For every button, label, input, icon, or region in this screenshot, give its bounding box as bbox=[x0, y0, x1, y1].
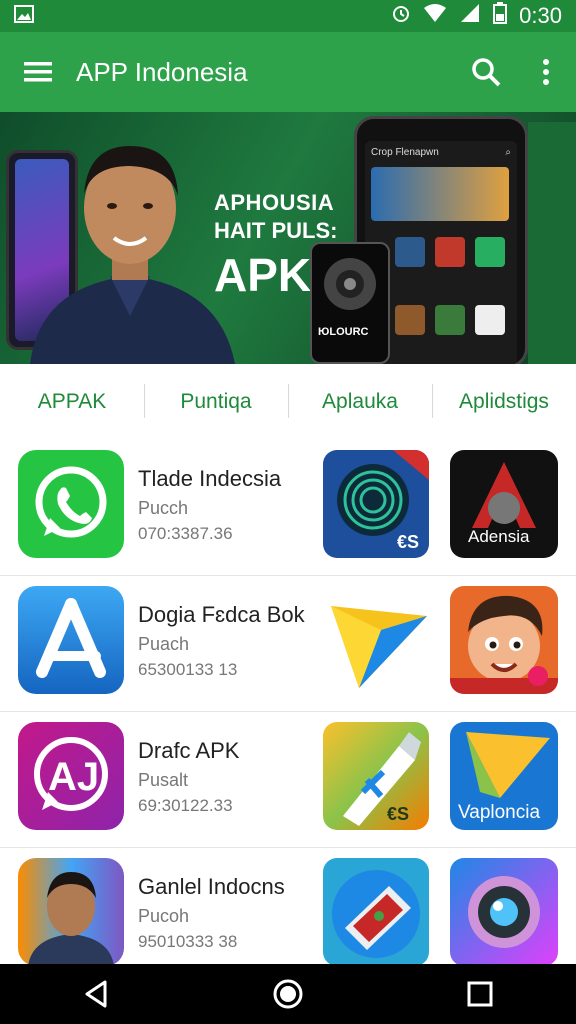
signal-icon bbox=[459, 3, 481, 29]
list-item[interactable]: Dogia Fɛdca Bok Puach 65300133 13 bbox=[0, 576, 576, 712]
svg-text:AJ: AJ bbox=[48, 755, 99, 799]
app-bar: APP Indonesia bbox=[0, 32, 576, 112]
app-downloads: 95010333 38 bbox=[138, 932, 238, 951]
tab-aplauka[interactable]: Aplauka bbox=[288, 384, 432, 418]
small-phone-label: ЮLOURC bbox=[318, 326, 369, 338]
app-publisher: Puach bbox=[138, 634, 190, 654]
more-vert-icon[interactable] bbox=[516, 32, 576, 112]
phone-tile bbox=[435, 237, 465, 267]
cartoon-boy-icon[interactable] bbox=[450, 586, 558, 694]
spiral-app-icon[interactable]: €S bbox=[323, 450, 429, 558]
app-name: Drafc APK bbox=[138, 738, 240, 763]
portrait-icon[interactable] bbox=[18, 858, 124, 966]
wifi-icon bbox=[423, 3, 447, 29]
recents-icon[interactable] bbox=[450, 964, 510, 1024]
app-downloads: 65300133 13 bbox=[138, 660, 238, 679]
search-icon[interactable] bbox=[456, 32, 516, 112]
adensia-label: Adensia bbox=[468, 527, 530, 546]
phone-tool-icon[interactable] bbox=[323, 858, 429, 966]
syringe-app-label: €S bbox=[387, 804, 409, 824]
spiral-app-label: €S bbox=[397, 532, 419, 552]
banner-line2: HAIT PULS: bbox=[214, 218, 338, 243]
presenter-portrait bbox=[30, 146, 235, 364]
play-triangle-icon[interactable] bbox=[323, 586, 429, 694]
app-name: Tlade Indecsia bbox=[138, 466, 282, 491]
tab-appak[interactable]: APPAK bbox=[0, 390, 144, 414]
tab-aplidstigs[interactable]: Aplidstigs bbox=[432, 384, 576, 418]
app-publisher: Pucoh bbox=[138, 906, 190, 926]
tab-puntiqa[interactable]: Puntiqa bbox=[144, 384, 288, 418]
home-icon[interactable] bbox=[258, 964, 318, 1024]
app-name: Ganlel Indocns bbox=[138, 874, 285, 899]
app-downloads: 070:3387.36 bbox=[138, 524, 233, 543]
app-publisher: Pucch bbox=[138, 498, 189, 518]
phone-tile bbox=[435, 305, 465, 335]
syringe-app-icon[interactable]: €S bbox=[323, 722, 429, 830]
category-tabs: APPAK Puntiqa Aplauka Aplidstigs bbox=[0, 364, 576, 440]
app-store-icon[interactable] bbox=[18, 586, 124, 694]
banner-line1: APHOUSIA bbox=[214, 190, 335, 215]
back-icon[interactable] bbox=[66, 964, 126, 1024]
app-publisher: Pusalt bbox=[138, 770, 189, 790]
phone-mockup-small: ЮLOURC bbox=[310, 242, 390, 364]
camera-lens-icon[interactable] bbox=[450, 858, 558, 966]
clock: 0:30 bbox=[519, 3, 562, 28]
app-name: Dogia Fɛdca Bok bbox=[138, 602, 305, 627]
list-item[interactable]: Tlade Indecsia Pucch 070:3387.36 €S Aden… bbox=[0, 440, 576, 576]
banner-side-decoration bbox=[528, 122, 576, 364]
phone-tile bbox=[475, 305, 505, 335]
phone-tile bbox=[395, 237, 425, 267]
phone-tile bbox=[475, 237, 505, 267]
alarm-icon bbox=[391, 3, 411, 29]
adensia-app-icon[interactable]: Adensia bbox=[450, 450, 558, 558]
whatsapp-icon[interactable] bbox=[18, 450, 124, 558]
phone-tile bbox=[371, 167, 509, 221]
list-item[interactable]: AJ Drafc APK Pusalt 69:30122.33 €S Vaplo… bbox=[0, 712, 576, 848]
app-list: Tlade Indecsia Pucch 070:3387.36 €S Aden… bbox=[0, 440, 576, 984]
battery-icon bbox=[493, 2, 508, 30]
phone-header: Crop Flenapwn bbox=[371, 147, 439, 158]
status-bar: 0:30 bbox=[0, 0, 576, 32]
app-title: APP Indonesia bbox=[76, 56, 248, 87]
menu-icon[interactable] bbox=[0, 32, 76, 112]
image-icon bbox=[14, 4, 34, 29]
vaploncia-label: Vaploncia bbox=[458, 802, 540, 823]
chat-a-icon[interactable]: AJ bbox=[18, 722, 124, 830]
promo-banner[interactable]: APHOUSIA HAIT PULS: APK Crop Flenapwn ⌕ Ю… bbox=[0, 112, 576, 364]
app-downloads: 69:30122.33 bbox=[138, 796, 233, 815]
navigation-bar bbox=[0, 964, 576, 1024]
phone-tile bbox=[395, 305, 425, 335]
vaploncia-icon[interactable]: Vaploncia bbox=[450, 722, 558, 830]
